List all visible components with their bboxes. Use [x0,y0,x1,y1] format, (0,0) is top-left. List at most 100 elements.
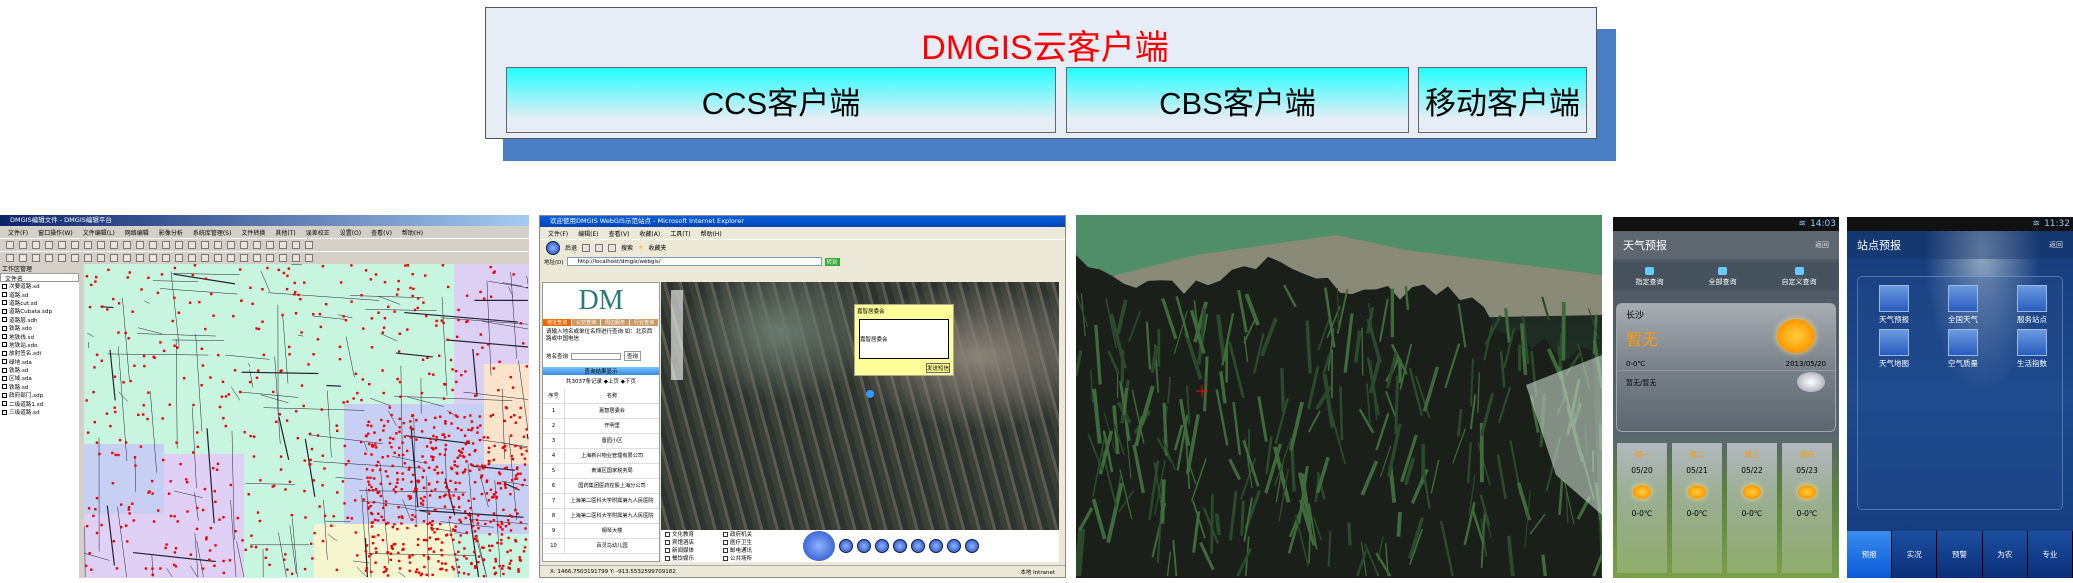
specified-query-button[interactable]: 指定查询 [1636,267,1664,287]
result-row[interactable]: 6 国药集团医药控股上海分公司 [543,479,659,494]
checkbox[interactable] [665,555,670,561]
layer-item[interactable]: 政府部门.sdp [0,391,79,399]
function-icon[interactable]: 生活指数 [2006,329,2058,369]
locate-icon[interactable] [911,539,925,553]
layer-item[interactable]: 道路层.sdh [0,316,79,324]
menu-item[interactable]: 收藏(A) [639,229,660,238]
checkbox[interactable] [723,555,728,561]
tool-icon[interactable] [97,254,105,262]
checkbox[interactable] [2,325,7,331]
tool-icon[interactable] [84,241,92,249]
result-row[interactable]: 9 钢琴大楼 [543,524,659,539]
3d-icon[interactable] [929,539,943,553]
checkbox[interactable] [2,359,7,365]
tool-icon[interactable] [201,254,209,262]
custom-query-button[interactable]: 自定义查询 [1782,267,1817,287]
tool-icon[interactable] [71,254,79,262]
result-row[interactable]: 8 上海第二医科大学附属第九人民医院 [543,509,659,524]
tool-icon[interactable] [214,254,222,262]
layer-item[interactable]: 地铁线.sd [0,332,79,341]
checkbox[interactable] [665,539,670,545]
menu-item[interactable]: 帮助(H) [402,228,423,237]
print-icon[interactable] [947,539,961,553]
tool-icon[interactable] [240,241,248,249]
tool-icon[interactable] [110,254,118,262]
forecast-day[interactable]: 周三 05/22 0-0℃ [1727,443,1777,573]
tool-icon[interactable] [227,241,235,249]
layer-item[interactable]: 铁路.sdo [0,324,79,332]
tool-icon[interactable] [162,241,170,249]
checkbox[interactable] [2,317,7,323]
function-icon[interactable]: 全国天气 [1937,285,1989,325]
tool-icon[interactable] [253,254,261,262]
zoom-in-icon[interactable] [839,539,853,553]
clear-icon[interactable] [965,539,979,553]
menu-item[interactable]: 帮助(H) [701,229,722,238]
tool-icon[interactable] [149,241,157,249]
tool-icon[interactable] [6,254,14,262]
tool-icon[interactable] [149,254,157,262]
pan-control[interactable] [803,531,835,561]
layer-item[interactable]: 绿地.sda [0,358,79,366]
menu-item[interactable]: 网络编辑 [125,228,149,237]
checkbox[interactable] [2,283,7,289]
checkbox[interactable] [2,334,7,340]
search-button[interactable]: 搜索 [621,243,633,252]
back-button[interactable]: 后退 [565,243,577,252]
tool-icon[interactable] [266,241,274,249]
tool-icon[interactable] [136,254,144,262]
tool-icon[interactable] [253,241,261,249]
layer-item[interactable]: 道路.sd [0,290,79,299]
tool-icon[interactable] [188,254,196,262]
tool-icon[interactable] [175,254,183,262]
tool-icon[interactable] [84,254,92,262]
tool-icon[interactable] [45,254,53,262]
tool-icon[interactable] [71,241,79,249]
tool-icon[interactable] [240,254,248,262]
menu-item[interactable]: 其他(T) [275,228,295,237]
checkbox[interactable] [2,375,7,381]
function-icon[interactable]: 空气质量 [1937,329,1989,369]
address-input[interactable]: http://localhost/dmgis/webgis/ [566,257,822,266]
category-checkbox[interactable]: 文化教育 [665,531,721,538]
menu-item[interactable]: 文件(F) [548,229,568,238]
checkbox[interactable] [2,292,7,298]
place-search-input[interactable] [571,352,622,360]
results-pager[interactable]: 共3037条记录 ◆上页 ◆下页 [543,375,659,389]
tool-icon[interactable] [32,241,40,249]
category-checkbox[interactable]: 公共场所 [723,555,779,562]
category-checkbox[interactable]: 餐饮娱乐 [665,555,721,562]
forecast-day[interactable]: 周一 05/20 0-0℃ [1617,443,1667,573]
tool-icon[interactable] [266,254,274,262]
tool-icon[interactable] [123,254,131,262]
result-row[interactable]: 4 上海新兴物业管理有限公司 [543,449,659,464]
tool-icon[interactable] [58,241,66,249]
category-checkbox[interactable]: 邮电通讯 [723,547,779,554]
tool-icon[interactable] [175,241,183,249]
result-row[interactable]: 7 上海第二医科大学附属第九人民医院 [543,494,659,509]
menu-item[interactable]: 编辑(E) [578,229,598,238]
menu-item[interactable]: 窗口操作(W) [38,228,73,237]
tool-icon[interactable] [110,241,118,249]
tool-icon[interactable] [58,254,66,262]
favorites-button[interactable]: 收藏夹 [648,243,666,252]
checkbox[interactable] [2,409,7,415]
result-row[interactable]: 2 开明里 [543,419,659,434]
tool-icon[interactable] [279,254,287,262]
tab-3[interactable]: 为农 [1982,531,2028,578]
tool-icon[interactable] [279,241,287,249]
tool-icon[interactable] [162,254,170,262]
result-row[interactable]: 1 嘉智居委会 [543,404,659,419]
all-query-button[interactable]: 全部查询 [1709,267,1737,287]
menu-item[interactable]: 误差校正 [306,228,330,237]
menu-item[interactable]: 工具(T) [670,229,690,238]
layer-item[interactable]: 二级道路1.sd [0,399,79,408]
menu-item[interactable]: 影像分析 [159,228,183,237]
checkbox[interactable] [2,401,7,407]
back-icon[interactable] [546,240,560,255]
checkbox[interactable] [2,308,7,314]
tool-icon[interactable] [292,254,300,262]
menu-item[interactable]: 文件(F) [8,228,28,237]
tool-icon[interactable] [6,241,14,249]
tool-icon[interactable] [292,241,300,249]
